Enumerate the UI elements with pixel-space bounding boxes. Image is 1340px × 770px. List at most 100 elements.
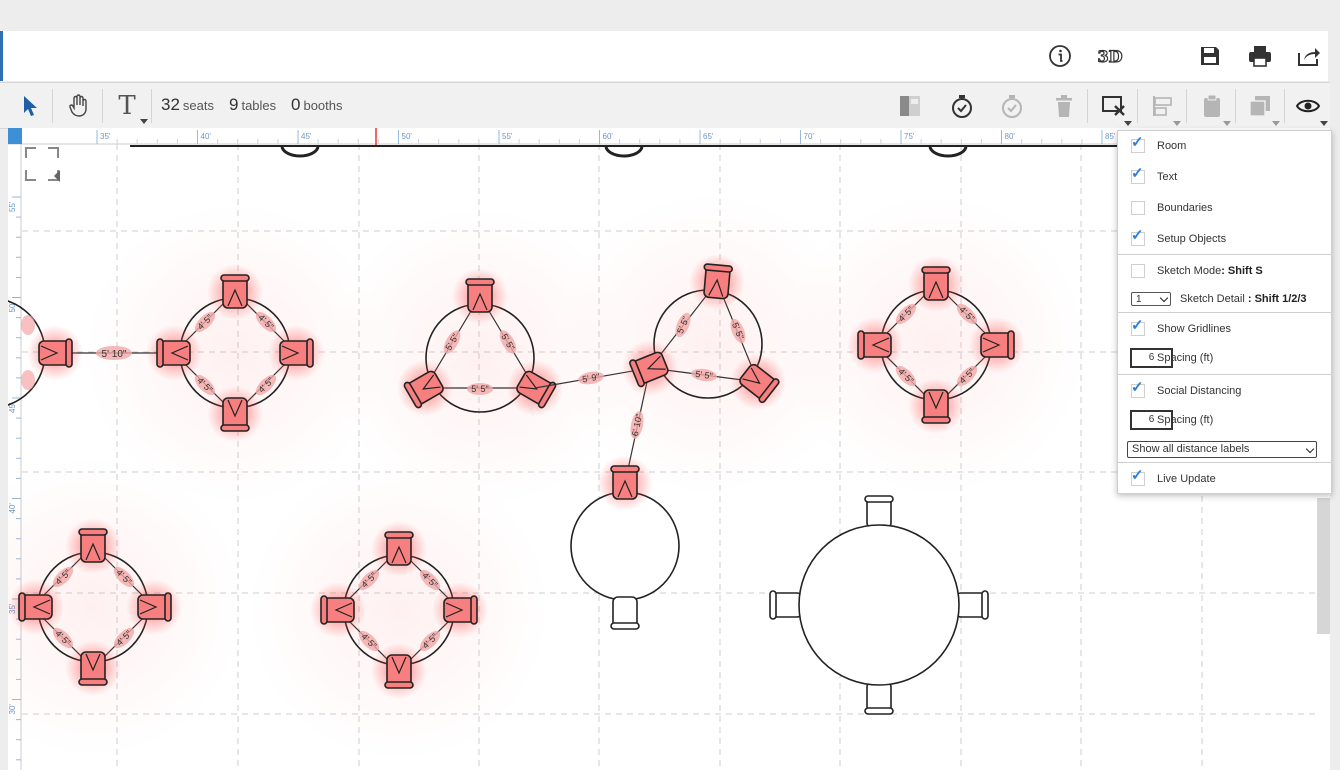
tables-count: 9 [229, 95, 239, 114]
print-icon[interactable] [1246, 42, 1274, 70]
clipboard-icon [1204, 94, 1220, 117]
3d-view-icon[interactable]: 3D [1096, 42, 1124, 70]
boundaries-option[interactable]: Boundaries [1118, 196, 1331, 220]
paste-button[interactable] [1190, 83, 1234, 129]
tables-stat: 9 tables [229, 95, 276, 115]
stopwatch-disabled-icon [1002, 95, 1022, 118]
text-checkbox[interactable]: ✓ [1131, 166, 1145, 184]
check-icon: ✓ [1131, 134, 1144, 151]
setup-objects-label: Setup Objects [1157, 233, 1227, 245]
layout-icon [900, 96, 920, 116]
ruler-tick-label: 75' [904, 132, 915, 141]
vertical-scrollbar[interactable] [1317, 498, 1330, 634]
3d-view-label: 3D [1097, 46, 1123, 66]
layout-toggle-button[interactable] [888, 83, 932, 129]
distance-labels-select[interactable]: Show all distance labels [1127, 440, 1317, 458]
delete-button[interactable] [1042, 83, 1086, 129]
check-icon: ✓ [1131, 467, 1144, 484]
select-tool[interactable] [10, 83, 50, 129]
grid-spacing-label: Spacing (ft) [1157, 352, 1214, 364]
copy-icon [1249, 96, 1270, 117]
text-tool-icon: T [118, 91, 136, 121]
timer-button[interactable] [940, 83, 984, 129]
boundaries-label: Boundaries [1157, 202, 1213, 214]
live-update-label: Live Update [1157, 473, 1216, 485]
distance-label: 5' 5" [471, 384, 488, 394]
ruler-tick-label: 65' [703, 132, 714, 141]
text-tool[interactable]: T [106, 83, 148, 129]
room-checkbox[interactable]: ✓ [1131, 135, 1145, 153]
ruler-tick-label: 55' [8, 201, 17, 212]
align-button[interactable] [1140, 83, 1184, 129]
trash-icon [1056, 95, 1072, 117]
setup-objects-checkbox[interactable]: ✓ [1131, 228, 1145, 246]
check-icon: ✓ [1131, 379, 1144, 396]
live-update-option[interactable]: ✓ Live Update [1118, 467, 1331, 491]
ruler-tick-label: 80' [1005, 132, 1016, 141]
stopwatch-icon [952, 95, 972, 118]
ruler-corner [8, 128, 22, 144]
sketch-mode-label: Sketch Mode: Shift S [1157, 265, 1263, 277]
distance-labels-option: Show all distance labels [1118, 437, 1331, 461]
deselect-button[interactable] [1092, 83, 1136, 129]
view-options-panel: ✓ Room ✓ Text Boundaries ✓ Setup Objects… [1117, 130, 1332, 494]
sd-spacing-label: Spacing (ft) [1157, 414, 1214, 426]
booths-stat: 0 booths [291, 95, 343, 115]
pointer-icon [24, 96, 37, 116]
ruler-tick-label: 40' [201, 132, 212, 141]
show-gridlines-label: Show Gridlines [1157, 323, 1231, 335]
share-icon[interactable] [1295, 42, 1323, 70]
ruler-tick-label: 45' [301, 132, 312, 141]
seats-count: 32 [161, 95, 180, 114]
boundaries-checkbox[interactable] [1131, 201, 1145, 215]
show-gridlines-option[interactable]: ✓ Show Gridlines [1118, 317, 1331, 341]
hand-icon [69, 94, 87, 117]
ruler-tick-label: 55' [502, 132, 513, 141]
sketch-mode-option[interactable]: Sketch Mode: Shift S [1118, 259, 1331, 283]
booths-count: 0 [291, 95, 301, 114]
copy-button[interactable] [1238, 83, 1282, 129]
save-icon[interactable] [1196, 42, 1224, 70]
room-wall [130, 145, 1118, 158]
sketch-mode-checkbox[interactable] [1131, 264, 1145, 278]
show-gridlines-checkbox[interactable]: ✓ [1131, 318, 1145, 336]
top-ruler: 35' 40' 45' 50' 55' 60' 65' 70' 75' 80' 85' [8, 128, 1118, 145]
sketch-detail-label: Sketch Detail : Shift 1/2/3 [1180, 293, 1307, 305]
ruler-tick-label: 60' [603, 132, 614, 141]
ruler-tick-label: 50' [402, 132, 413, 141]
deselect-icon [1102, 96, 1125, 116]
sketch-detail-select[interactable]: 1 [1131, 292, 1171, 306]
ruler-tick-label: 85' [1105, 132, 1116, 141]
fullscreen-icon[interactable] [22, 144, 62, 184]
check-icon: ✓ [1131, 227, 1144, 244]
header-bar: 3D [0, 31, 1328, 81]
pan-tool[interactable] [58, 83, 100, 129]
eye-icon [1296, 99, 1320, 113]
room-option[interactable]: ✓ Room [1118, 134, 1331, 158]
check-icon: ✓ [1131, 317, 1144, 334]
toolbar: T 32 seats 9 tables 0 booths [0, 82, 1330, 129]
chevron-down-icon [1305, 444, 1315, 453]
text-label: Text [1157, 171, 1178, 183]
setup-objects-option[interactable]: ✓ Setup Objects [1118, 227, 1331, 251]
social-distancing-label: Social Distancing [1157, 385, 1242, 397]
view-options-button[interactable] [1288, 83, 1328, 129]
text-option[interactable]: ✓ Text [1118, 165, 1331, 189]
grid-spacing-option: 6 Spacing (ft) [1118, 346, 1331, 370]
live-update-checkbox[interactable]: ✓ [1131, 468, 1145, 486]
seats-label: seats [182, 98, 214, 113]
ruler-tick-label: 70' [804, 132, 815, 141]
room-label: Room [1157, 140, 1187, 152]
ruler-tick-label: 35' [100, 132, 111, 141]
distance-label: 5' 10" [102, 349, 127, 360]
social-distancing-checkbox[interactable]: ✓ [1131, 380, 1145, 398]
seats-stat: 32 seats [161, 95, 214, 115]
social-distancing-option[interactable]: ✓ Social Distancing [1118, 379, 1331, 403]
timer-disabled-button[interactable] [990, 83, 1034, 129]
sd-spacing-option: 6 Spacing (ft) [1118, 408, 1331, 432]
chevron-down-icon [1159, 293, 1169, 303]
info-icon[interactable] [1046, 42, 1074, 70]
table-8[interactable] [769, 495, 989, 715]
align-icon [1153, 96, 1172, 116]
check-icon: ✓ [1131, 165, 1144, 182]
